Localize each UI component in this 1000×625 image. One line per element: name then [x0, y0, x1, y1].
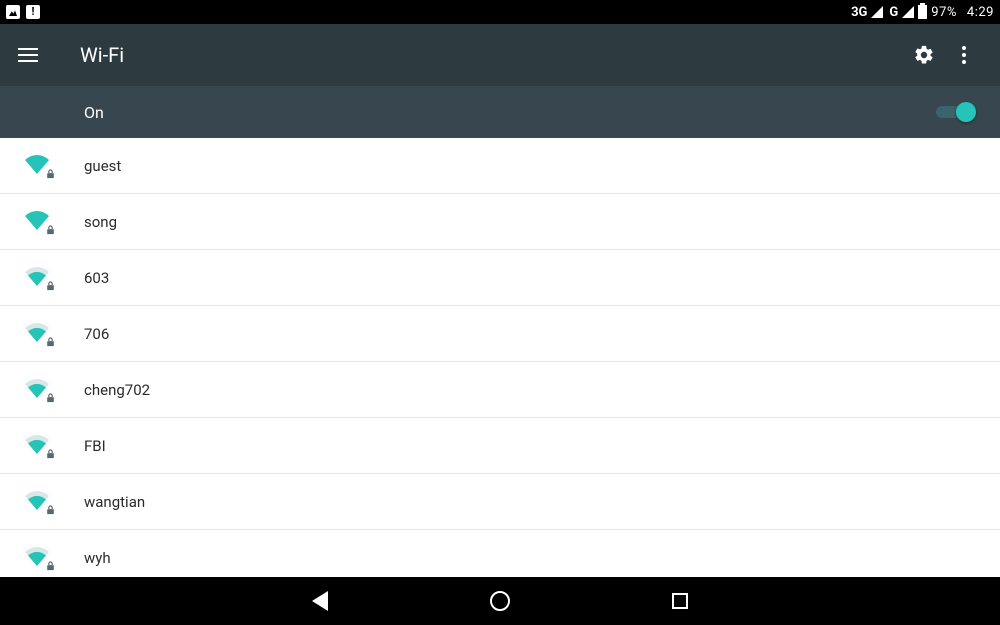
overflow-menu-button[interactable]	[944, 35, 984, 75]
wifi-ssid: wyh	[84, 549, 111, 567]
wifi-network-item[interactable]: 706	[0, 306, 1000, 362]
wifi-ssid: FBI	[84, 437, 106, 455]
hamburger-icon	[18, 48, 38, 62]
battery-percent: 97%	[931, 5, 957, 20]
notification-warning-icon	[26, 5, 40, 19]
more-vert-icon	[962, 46, 966, 64]
wifi-signal-icon	[24, 154, 52, 178]
gear-icon	[913, 44, 935, 66]
wifi-network-list[interactable]: guest song 603 706 cheng702 FBI wangtian…	[0, 138, 1000, 577]
nav-back-button[interactable]	[300, 581, 340, 621]
wifi-signal-icon	[24, 210, 52, 234]
wifi-toggle-label: On	[84, 103, 104, 122]
wifi-network-item[interactable]: FBI	[0, 418, 1000, 474]
wifi-network-item[interactable]: cheng702	[0, 362, 1000, 418]
app-bar: Wi-Fi	[0, 24, 1000, 86]
notification-image-icon	[6, 5, 20, 19]
home-icon	[490, 591, 510, 611]
wifi-ssid: 603	[84, 269, 109, 287]
wifi-signal-icon	[24, 490, 52, 514]
back-icon	[312, 591, 328, 611]
wifi-signal-icon	[24, 434, 52, 458]
wifi-switch[interactable]	[936, 102, 976, 122]
network-g-label: G	[889, 5, 898, 20]
wifi-toggle-row[interactable]: On	[0, 86, 1000, 138]
network-3g-label: 3G	[851, 5, 867, 20]
wifi-ssid: song	[84, 213, 117, 231]
wifi-signal-icon	[24, 322, 52, 346]
wifi-signal-icon	[24, 378, 52, 402]
status-bar: 3G G 97% 4:29	[0, 0, 1000, 24]
wifi-ssid: 706	[84, 325, 109, 343]
clock: 4:29	[967, 5, 994, 20]
settings-button[interactable]	[904, 35, 944, 75]
battery-icon	[918, 5, 927, 19]
signal-icon-1	[871, 6, 883, 18]
wifi-network-item[interactable]: wyh	[0, 530, 1000, 577]
wifi-ssid: guest	[84, 157, 121, 175]
menu-button[interactable]	[10, 37, 46, 73]
wifi-network-item[interactable]: guest	[0, 138, 1000, 194]
navigation-bar	[0, 577, 1000, 625]
wifi-ssid: wangtian	[84, 493, 145, 511]
nav-recent-button[interactable]	[660, 581, 700, 621]
nav-home-button[interactable]	[480, 581, 520, 621]
wifi-network-item[interactable]: song	[0, 194, 1000, 250]
wifi-signal-icon	[24, 546, 52, 570]
wifi-network-item[interactable]: wangtian	[0, 474, 1000, 530]
signal-icon-2	[902, 6, 914, 18]
wifi-network-item[interactable]: 603	[0, 250, 1000, 306]
wifi-signal-icon	[24, 266, 52, 290]
page-title: Wi-Fi	[80, 43, 124, 67]
recent-icon	[672, 593, 688, 609]
wifi-ssid: cheng702	[84, 381, 150, 399]
